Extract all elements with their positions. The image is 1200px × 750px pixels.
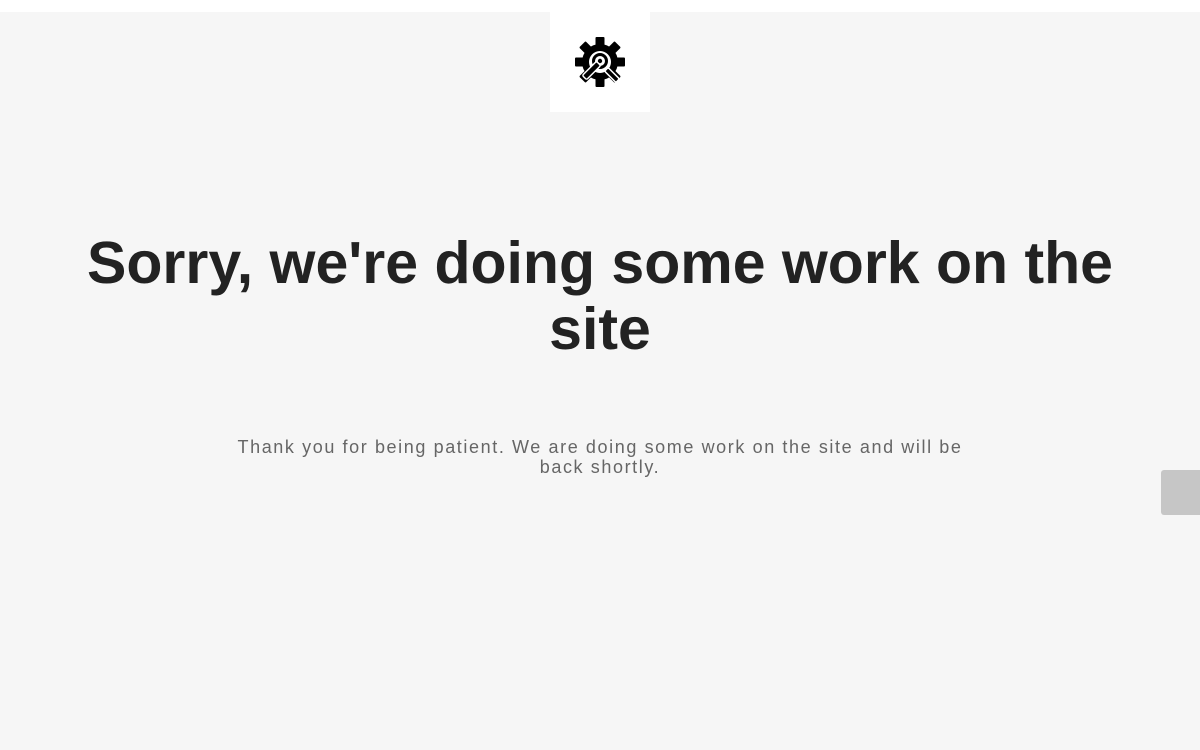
side-tab-button[interactable] xyxy=(1161,470,1200,515)
maintenance-message: Thank you for being patient. We are doin… xyxy=(237,437,963,477)
maintenance-page: Sorry, we're doing some work on the site… xyxy=(0,12,1200,750)
page-title: Sorry, we're doing some work on the site xyxy=(87,230,1113,362)
gear-wrench-icon xyxy=(574,36,626,88)
logo-box xyxy=(550,12,650,112)
